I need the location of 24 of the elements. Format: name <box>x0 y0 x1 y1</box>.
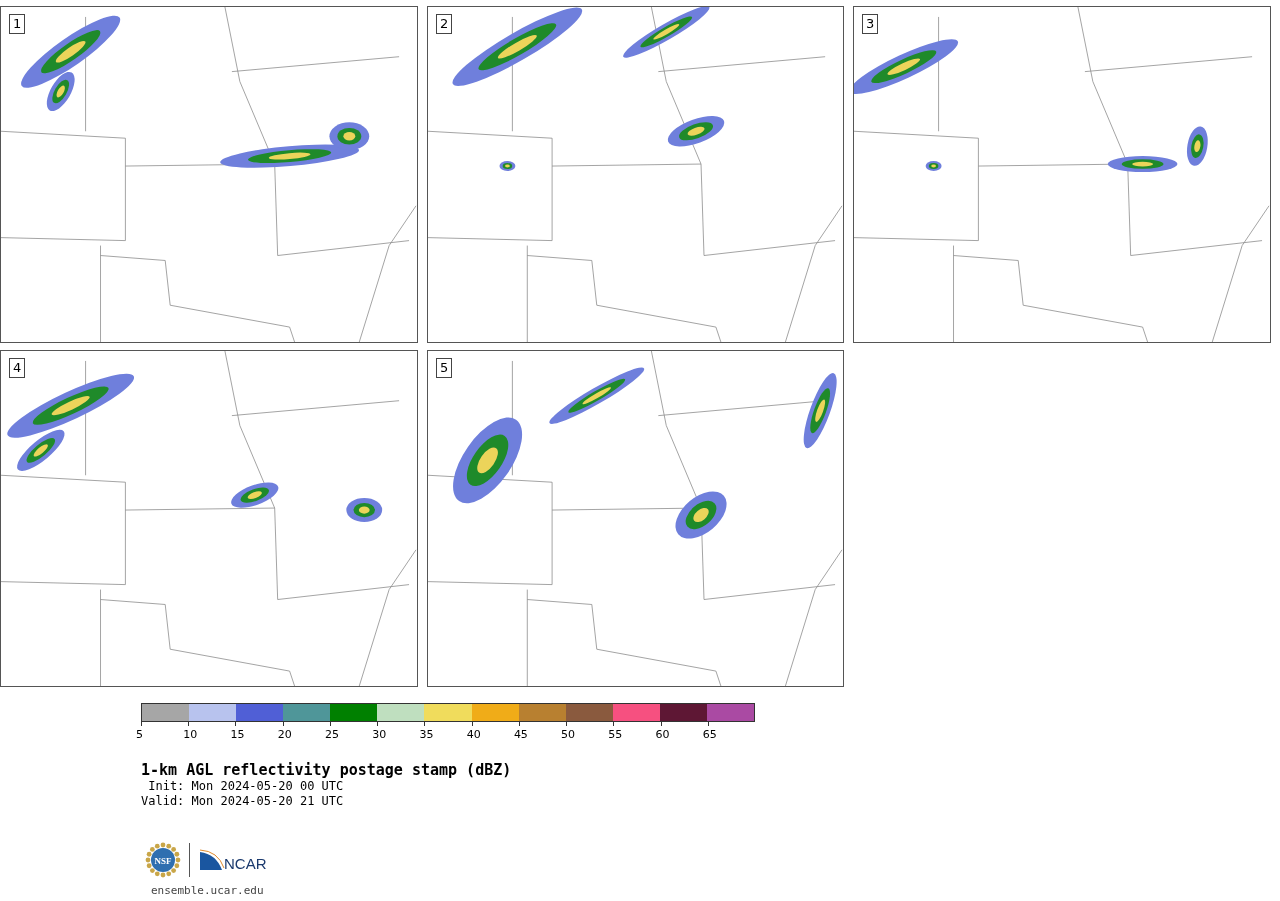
tick-label: 50 <box>561 728 576 741</box>
valid-time: Valid: Mon 2024-05-20 21 UTC <box>141 794 345 809</box>
init-time: Init: Mon 2024-05-20 00 UTC <box>147 779 345 794</box>
tick-label: 15 <box>230 728 245 741</box>
tick-label: 35 <box>419 728 434 741</box>
tick-label: 30 <box>372 728 387 741</box>
tick-label: 55 <box>608 728 623 741</box>
tick-label: 10 <box>183 728 198 741</box>
tick-label: 5 <box>136 728 143 741</box>
panel-number: 4 <box>9 358 26 378</box>
panel-number: 2 <box>436 14 453 34</box>
tick-label: 60 <box>655 728 670 741</box>
ncar-logo: NCAR <box>198 848 274 872</box>
nsf-logo: NSF <box>145 842 181 878</box>
tick-label: 40 <box>466 728 481 741</box>
panel-number: 3 <box>862 14 879 34</box>
tick-label: 20 <box>277 728 292 741</box>
plot-title: 1-km AGL reflectivity postage stamp (dBZ) <box>141 761 513 779</box>
panel-number: 1 <box>9 14 26 34</box>
website-address: ensemble.ucar.edu <box>151 884 265 897</box>
tick-label: 45 <box>513 728 528 741</box>
tick-label: 65 <box>702 728 717 741</box>
tick-label: 25 <box>324 728 339 741</box>
panel-number: 5 <box>436 358 453 378</box>
